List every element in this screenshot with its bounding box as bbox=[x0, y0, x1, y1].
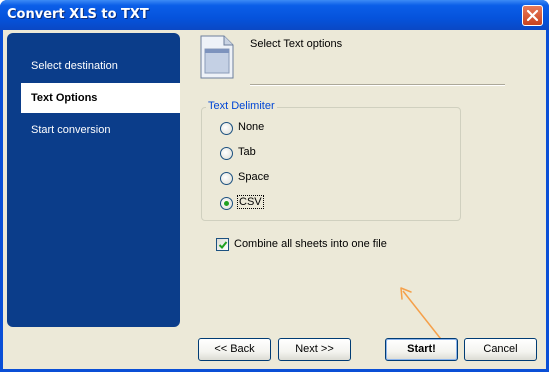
sidebar-item-text-options[interactable]: Text Options bbox=[21, 83, 180, 113]
document-icon bbox=[200, 35, 234, 79]
page-title: Select Text options bbox=[250, 38, 343, 50]
cancel-button[interactable]: Cancel bbox=[464, 338, 537, 361]
sidebar-item-label: Start conversion bbox=[31, 124, 111, 136]
dialog-window: Convert XLS to TXT Select destination Te… bbox=[0, 0, 549, 372]
cancel-button-label: Cancel bbox=[483, 343, 518, 355]
dialog-body: Select destination Text Options Start co… bbox=[3, 30, 546, 369]
sidebar-item-label: Text Options bbox=[31, 92, 98, 104]
radio-button[interactable] bbox=[220, 172, 233, 185]
next-button[interactable]: Next >> bbox=[278, 338, 351, 361]
sidebar-item-start-conversion[interactable]: Start conversion bbox=[21, 115, 180, 145]
sidebar-item-select-destination[interactable]: Select destination bbox=[21, 51, 180, 81]
close-button[interactable] bbox=[522, 5, 543, 26]
next-button-label: Next >> bbox=[295, 343, 334, 355]
radio-label: Tab bbox=[238, 146, 256, 158]
back-button-label: << Back bbox=[214, 343, 255, 355]
start-button[interactable]: Start! bbox=[385, 338, 458, 361]
header-divider bbox=[250, 84, 505, 86]
radio-label: Space bbox=[238, 171, 270, 183]
back-button[interactable]: << Back bbox=[198, 338, 271, 361]
wizard-page: Select Text options None Tab Space CSV T… bbox=[186, 30, 546, 344]
radio-label: CSV bbox=[237, 195, 264, 209]
sidebar-item-label: Select destination bbox=[31, 60, 118, 72]
radio-button-selected[interactable] bbox=[220, 197, 233, 210]
radio-button[interactable] bbox=[220, 147, 233, 160]
window-title: Convert XLS to TXT bbox=[7, 7, 149, 22]
checkmark-icon bbox=[218, 241, 228, 249]
button-bar: << Back Next >> Start! Cancel bbox=[3, 332, 546, 369]
close-icon bbox=[526, 9, 539, 22]
combine-sheets-checkbox[interactable] bbox=[216, 238, 229, 251]
checkbox-label: Combine all sheets into one file bbox=[234, 238, 387, 250]
radio-button[interactable] bbox=[220, 122, 233, 135]
start-button-label: Start! bbox=[407, 343, 436, 355]
wizard-sidebar: Select destination Text Options Start co… bbox=[7, 33, 180, 327]
radio-label: None bbox=[238, 121, 265, 133]
group-legend: Text Delimiter bbox=[206, 100, 277, 112]
text-delimiter-group: None Tab Space CSV bbox=[201, 107, 461, 221]
title-bar[interactable]: Convert XLS to TXT bbox=[0, 0, 549, 30]
